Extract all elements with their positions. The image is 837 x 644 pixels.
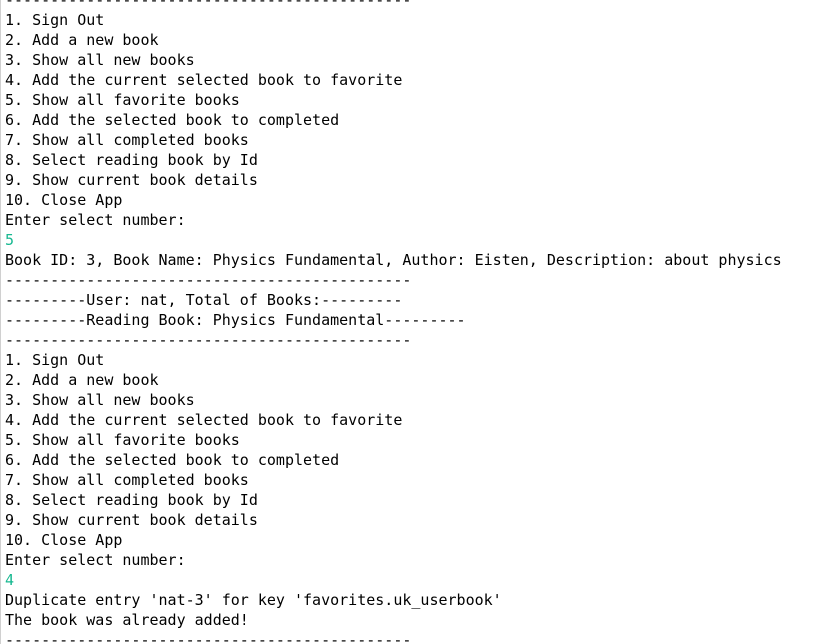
console-output-line: ----------------------------------------… [5, 0, 412, 9]
console-output-line: 8. Select reading book by Id [5, 491, 258, 509]
console-output-line: 6. Add the selected book to completed [5, 451, 340, 469]
console-output-line: 5. Show all favorite books [5, 91, 240, 109]
console-output-line: 1. Sign Out [5, 11, 105, 29]
console-input-line: 5 [5, 231, 15, 249]
console-output-line: 6. Add the selected book to completed [5, 111, 340, 129]
console-output-line: 10. Close App [5, 531, 123, 549]
console-output-line: 2. Add a new book [5, 31, 159, 49]
console-output-line: 1. Sign Out [5, 351, 105, 369]
console-output-line: ----------------------------------------… [5, 271, 412, 289]
console-input-line: 4 [5, 571, 15, 589]
console-output-line: ----------------------------------------… [5, 331, 412, 349]
console-output-line: Enter select number: [5, 551, 186, 569]
console-output-line: 7. Show all completed books [5, 471, 249, 489]
console-output-line: 3. Show all new books [5, 391, 195, 409]
console-output-line: 7. Show all completed books [5, 131, 249, 149]
console-output-line: The book was already added! [5, 611, 249, 629]
console-output-line: Book ID: 3, Book Name: Physics Fundament… [5, 251, 782, 269]
console-output-line: 2. Add a new book [5, 371, 159, 389]
console-output-line: Duplicate entry 'nat-3' for key 'favorit… [5, 591, 502, 609]
console-output-line: 8. Select reading book by Id [5, 151, 258, 169]
console-output-line: Enter select number: [5, 211, 186, 229]
console-output-line: 3. Show all new books [5, 51, 195, 69]
console-output-line: 9. Show current book details [5, 171, 258, 189]
console-output-line: 4. Add the current selected book to favo… [5, 71, 403, 89]
console-output-line: 10. Close App [5, 191, 123, 209]
console-output-line: ---------Reading Book: Physics Fundament… [5, 311, 466, 329]
console-lines: ----------------------------------------… [5, 0, 782, 644]
console-output-line: 9. Show current book details [5, 511, 258, 529]
console-output-line: ----------------------------------------… [5, 631, 412, 644]
console-output-line: 5. Show all favorite books [5, 431, 240, 449]
console-output[interactable]: ----------------------------------------… [0, 0, 837, 644]
console-output-line: ---------User: nat, Total of Books:-----… [5, 291, 403, 309]
console-output-line: 4. Add the current selected book to favo… [5, 411, 403, 429]
